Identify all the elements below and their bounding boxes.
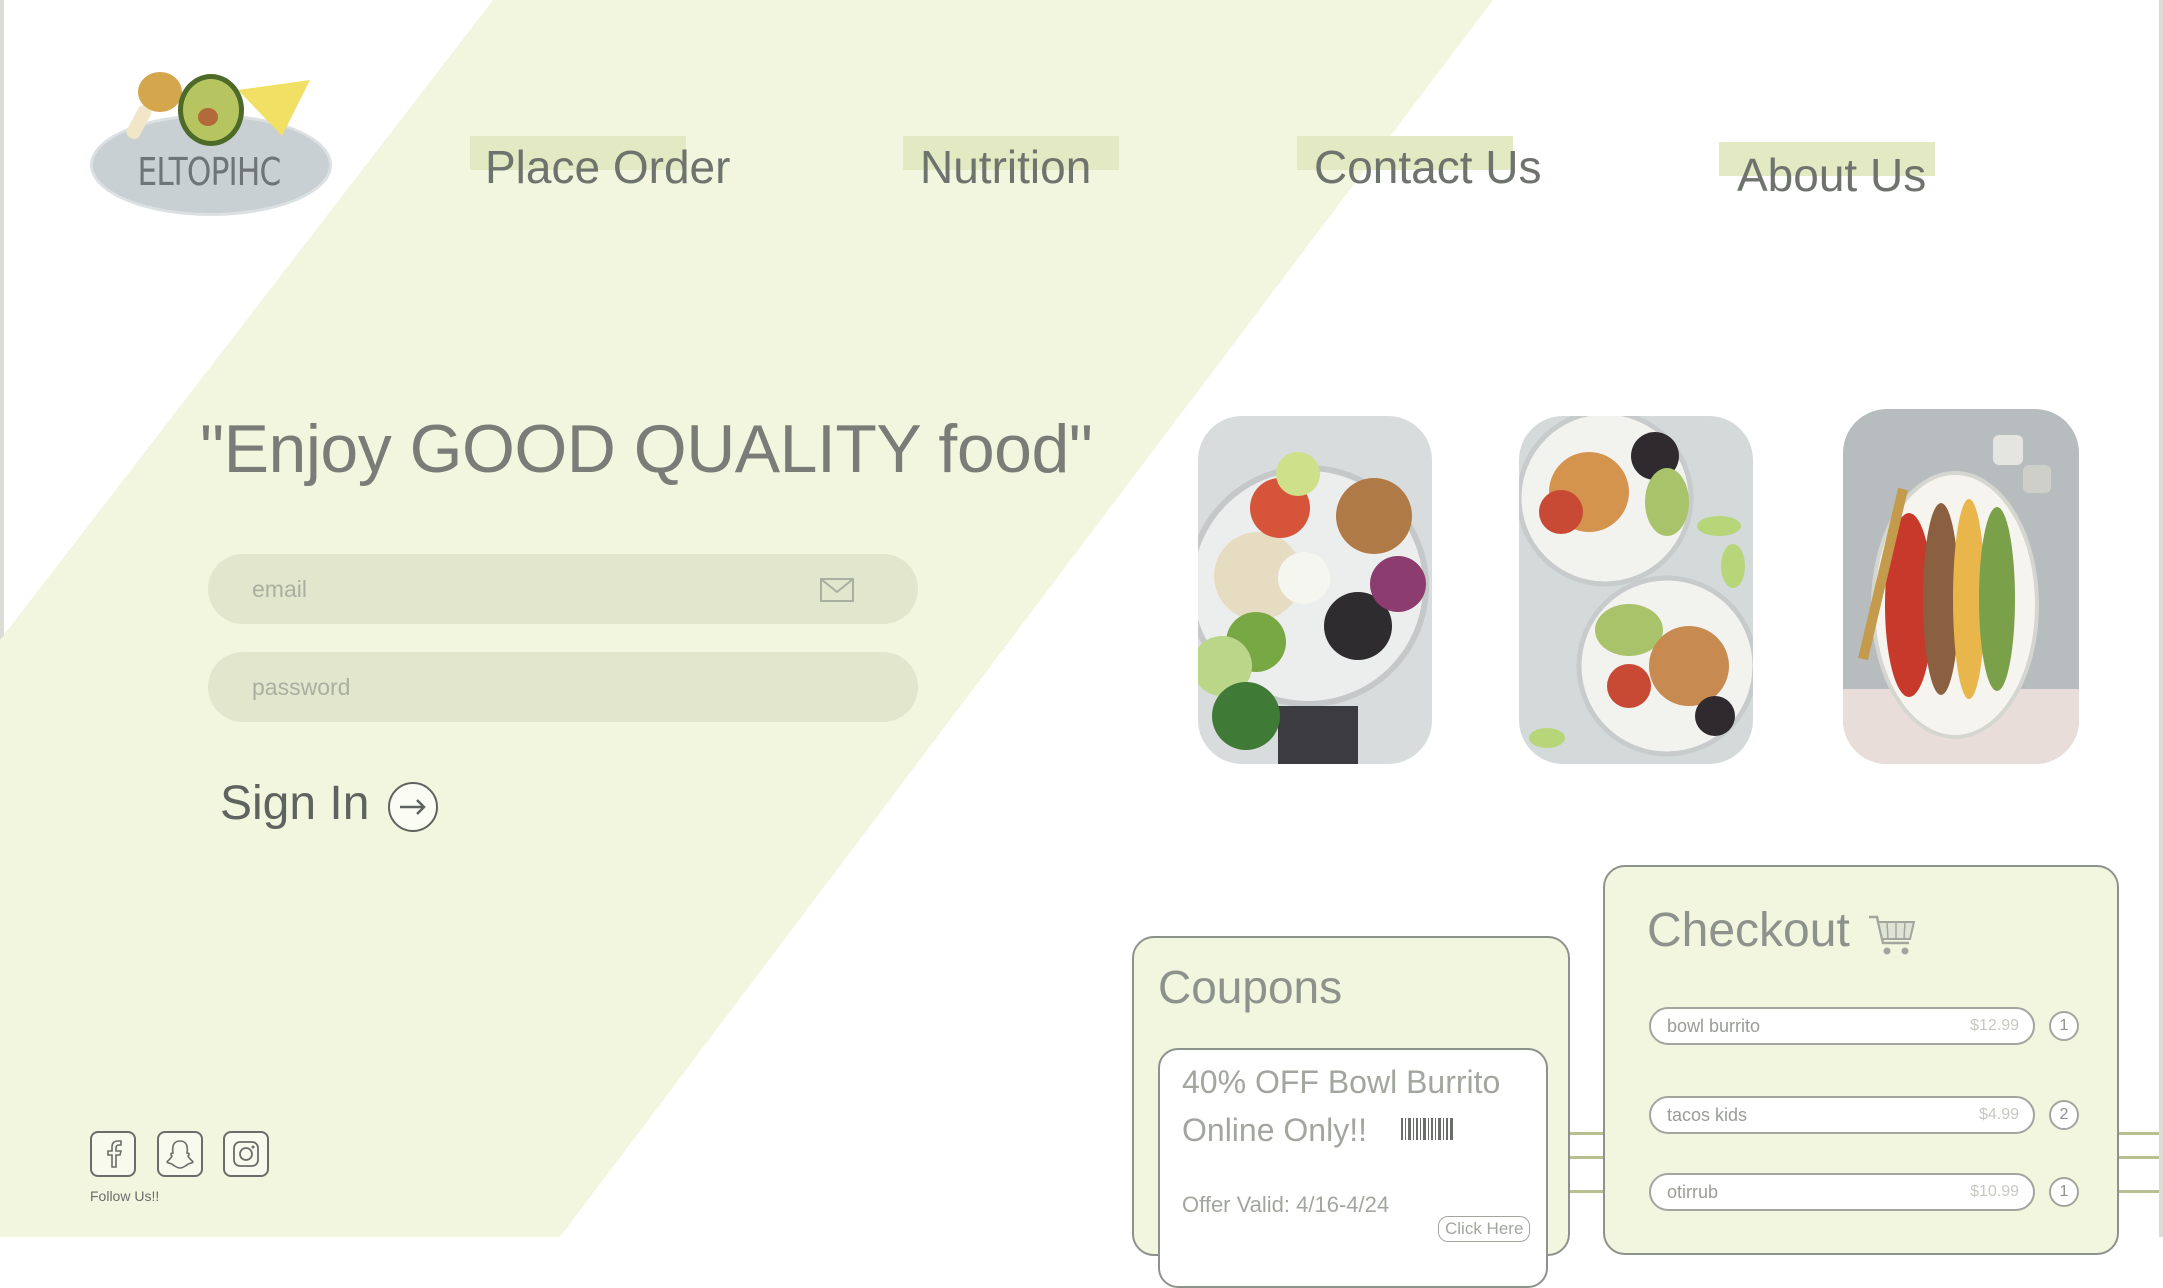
facebook-button[interactable] <box>90 1131 136 1177</box>
coupon-validity: Offer Valid: 4/16-4/24 <box>1182 1192 1390 1217</box>
cart-item-name: bowl burrito <box>1667 1016 1761 1036</box>
sign-in-label[interactable]: Sign In <box>220 776 369 831</box>
nav-contact-us[interactable]: Contact Us <box>1297 136 1542 193</box>
password-field[interactable] <box>208 652 918 722</box>
email-field[interactable] <box>208 554 918 624</box>
snapchat-icon <box>166 1140 194 1169</box>
nav-label: About Us <box>1737 149 1927 201</box>
decor-stripe <box>2119 1156 2159 1159</box>
coupon-click-button[interactable]: Click Here <box>1438 1216 1531 1242</box>
nav-about-us[interactable]: About Us <box>1719 142 1935 201</box>
follow-us-text: Follow Us!! <box>90 1188 160 1204</box>
instagram-button[interactable] <box>223 1131 269 1177</box>
nav-label: Place Order <box>485 141 731 193</box>
food-photo-two-bowls <box>1519 416 1753 764</box>
mail-icon <box>820 578 854 602</box>
decor-stripe <box>1568 1132 1608 1135</box>
nav-nutrition[interactable]: Nutrition <box>903 136 1119 193</box>
coupon-offer: 40% OFF Bowl Burrito <box>1182 1064 1501 1100</box>
shopping-cart-icon[interactable] <box>1867 913 1917 957</box>
nacho-chip-icon <box>238 80 310 136</box>
decor-stripe <box>1568 1156 1608 1159</box>
cart-item[interactable]: otirrub $10.99 <box>1649 1173 2035 1211</box>
cart-item-price: $10.99 <box>1970 1183 2019 1200</box>
hero-tagline: "Enjoy GOOD QUALITY food" <box>200 411 1093 487</box>
nav-label: Contact Us <box>1314 141 1542 193</box>
checkout-title: Checkout <box>1647 904 1850 957</box>
food-photo-bowl <box>1198 416 1432 764</box>
cart-item-name: tacos kids <box>1667 1105 1748 1125</box>
facebook-icon <box>107 1140 123 1168</box>
coupons-title: Coupons <box>1158 961 1343 1013</box>
checkout-card: Checkout bowl burrito $12.99 1 tacos kid… <box>1603 865 2119 1255</box>
cart-item[interactable]: bowl burrito $12.99 <box>1649 1007 2035 1045</box>
drumstick-icon <box>138 72 182 112</box>
cart-item-name: otirrub <box>1667 1182 1719 1202</box>
brand-logo[interactable]: ELTOPIHC <box>86 66 332 216</box>
avocado-pit <box>198 108 218 126</box>
page-frame-right <box>2159 0 2163 1237</box>
decor-stripe <box>2119 1190 2159 1193</box>
logo-text: ELTOPIHC <box>137 150 282 194</box>
cart-item-quantity[interactable]: 1 <box>2049 1177 2079 1207</box>
cart-item-quantity[interactable]: 2 <box>2049 1100 2079 1130</box>
arrow-right-icon <box>400 799 426 815</box>
decor-stripe <box>1568 1190 1608 1193</box>
nav-label: Nutrition <box>920 141 1092 193</box>
cart-item-price: $4.99 <box>1978 1106 2019 1123</box>
instagram-icon <box>233 1141 259 1167</box>
coupons-card: Coupons 40% OFF Bowl Burrito Online Only… <box>1132 936 1570 1288</box>
nav-place-order[interactable]: Place Order <box>470 136 730 193</box>
coupon-item: 40% OFF Bowl Burrito Online Only!! Offer… <box>1158 1048 1548 1288</box>
food-photo-platter <box>1843 409 2079 764</box>
barcode-icon <box>1401 1118 1453 1140</box>
decor-stripe <box>2119 1132 2159 1135</box>
sign-in-button[interactable] <box>388 782 438 832</box>
snapchat-button[interactable] <box>157 1131 203 1177</box>
coupon-condition: Online Only!! <box>1182 1112 1367 1148</box>
cart-item-price: $12.99 <box>1970 1017 2019 1034</box>
cart-item-quantity[interactable]: 1 <box>2049 1011 2079 1041</box>
cart-item[interactable]: tacos kids $4.99 <box>1649 1096 2035 1134</box>
